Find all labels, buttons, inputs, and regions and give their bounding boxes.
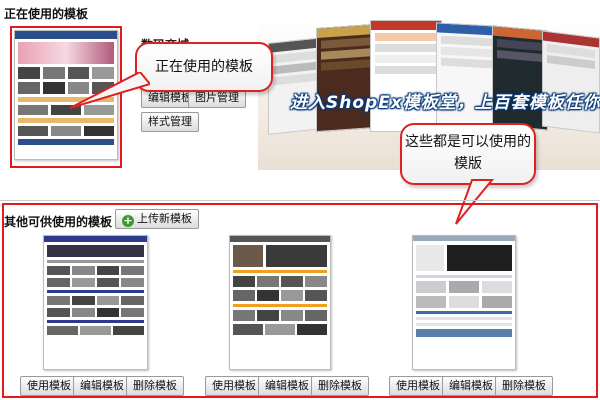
section-divider	[0, 200, 600, 201]
banner-screenshot	[268, 37, 323, 135]
use-template-button[interactable]: 使用模板	[20, 376, 78, 396]
template-thumbnail[interactable]	[412, 235, 516, 370]
edit-template-button[interactable]: 编辑模板	[73, 376, 131, 396]
current-template-title: 正在使用的模板	[4, 7, 89, 21]
current-template-callout: 正在使用的模板	[135, 42, 273, 92]
banner-headline: 进入ShopEx模板堂，上百套模板任你	[290, 93, 600, 113]
delete-template-button[interactable]: 删除模板	[495, 376, 553, 396]
style-manage-button[interactable]: 样式管理	[141, 112, 199, 132]
edit-template-button[interactable]: 编辑模板	[442, 376, 500, 396]
edit-template-button[interactable]: 编辑模板	[258, 376, 316, 396]
template-thumbnail[interactable]	[43, 235, 148, 370]
other-templates-callout-text: 这些都是可以使用的模版	[405, 134, 531, 172]
current-template-callout-text: 正在使用的模板	[155, 59, 253, 75]
banner-screenshot	[492, 25, 548, 131]
use-template-button[interactable]: 使用模板	[389, 376, 447, 396]
callout-pointer	[70, 72, 150, 109]
banner-screenshot	[370, 20, 442, 132]
use-template-button[interactable]: 使用模板	[205, 376, 263, 396]
template-thumbnail[interactable]	[229, 235, 331, 370]
banner-screenshot	[542, 30, 600, 134]
delete-template-button[interactable]: 删除模板	[126, 376, 184, 396]
delete-template-button[interactable]: 删除模板	[311, 376, 369, 396]
banner-screenshot	[316, 23, 376, 133]
banner-screenshot	[436, 22, 498, 132]
